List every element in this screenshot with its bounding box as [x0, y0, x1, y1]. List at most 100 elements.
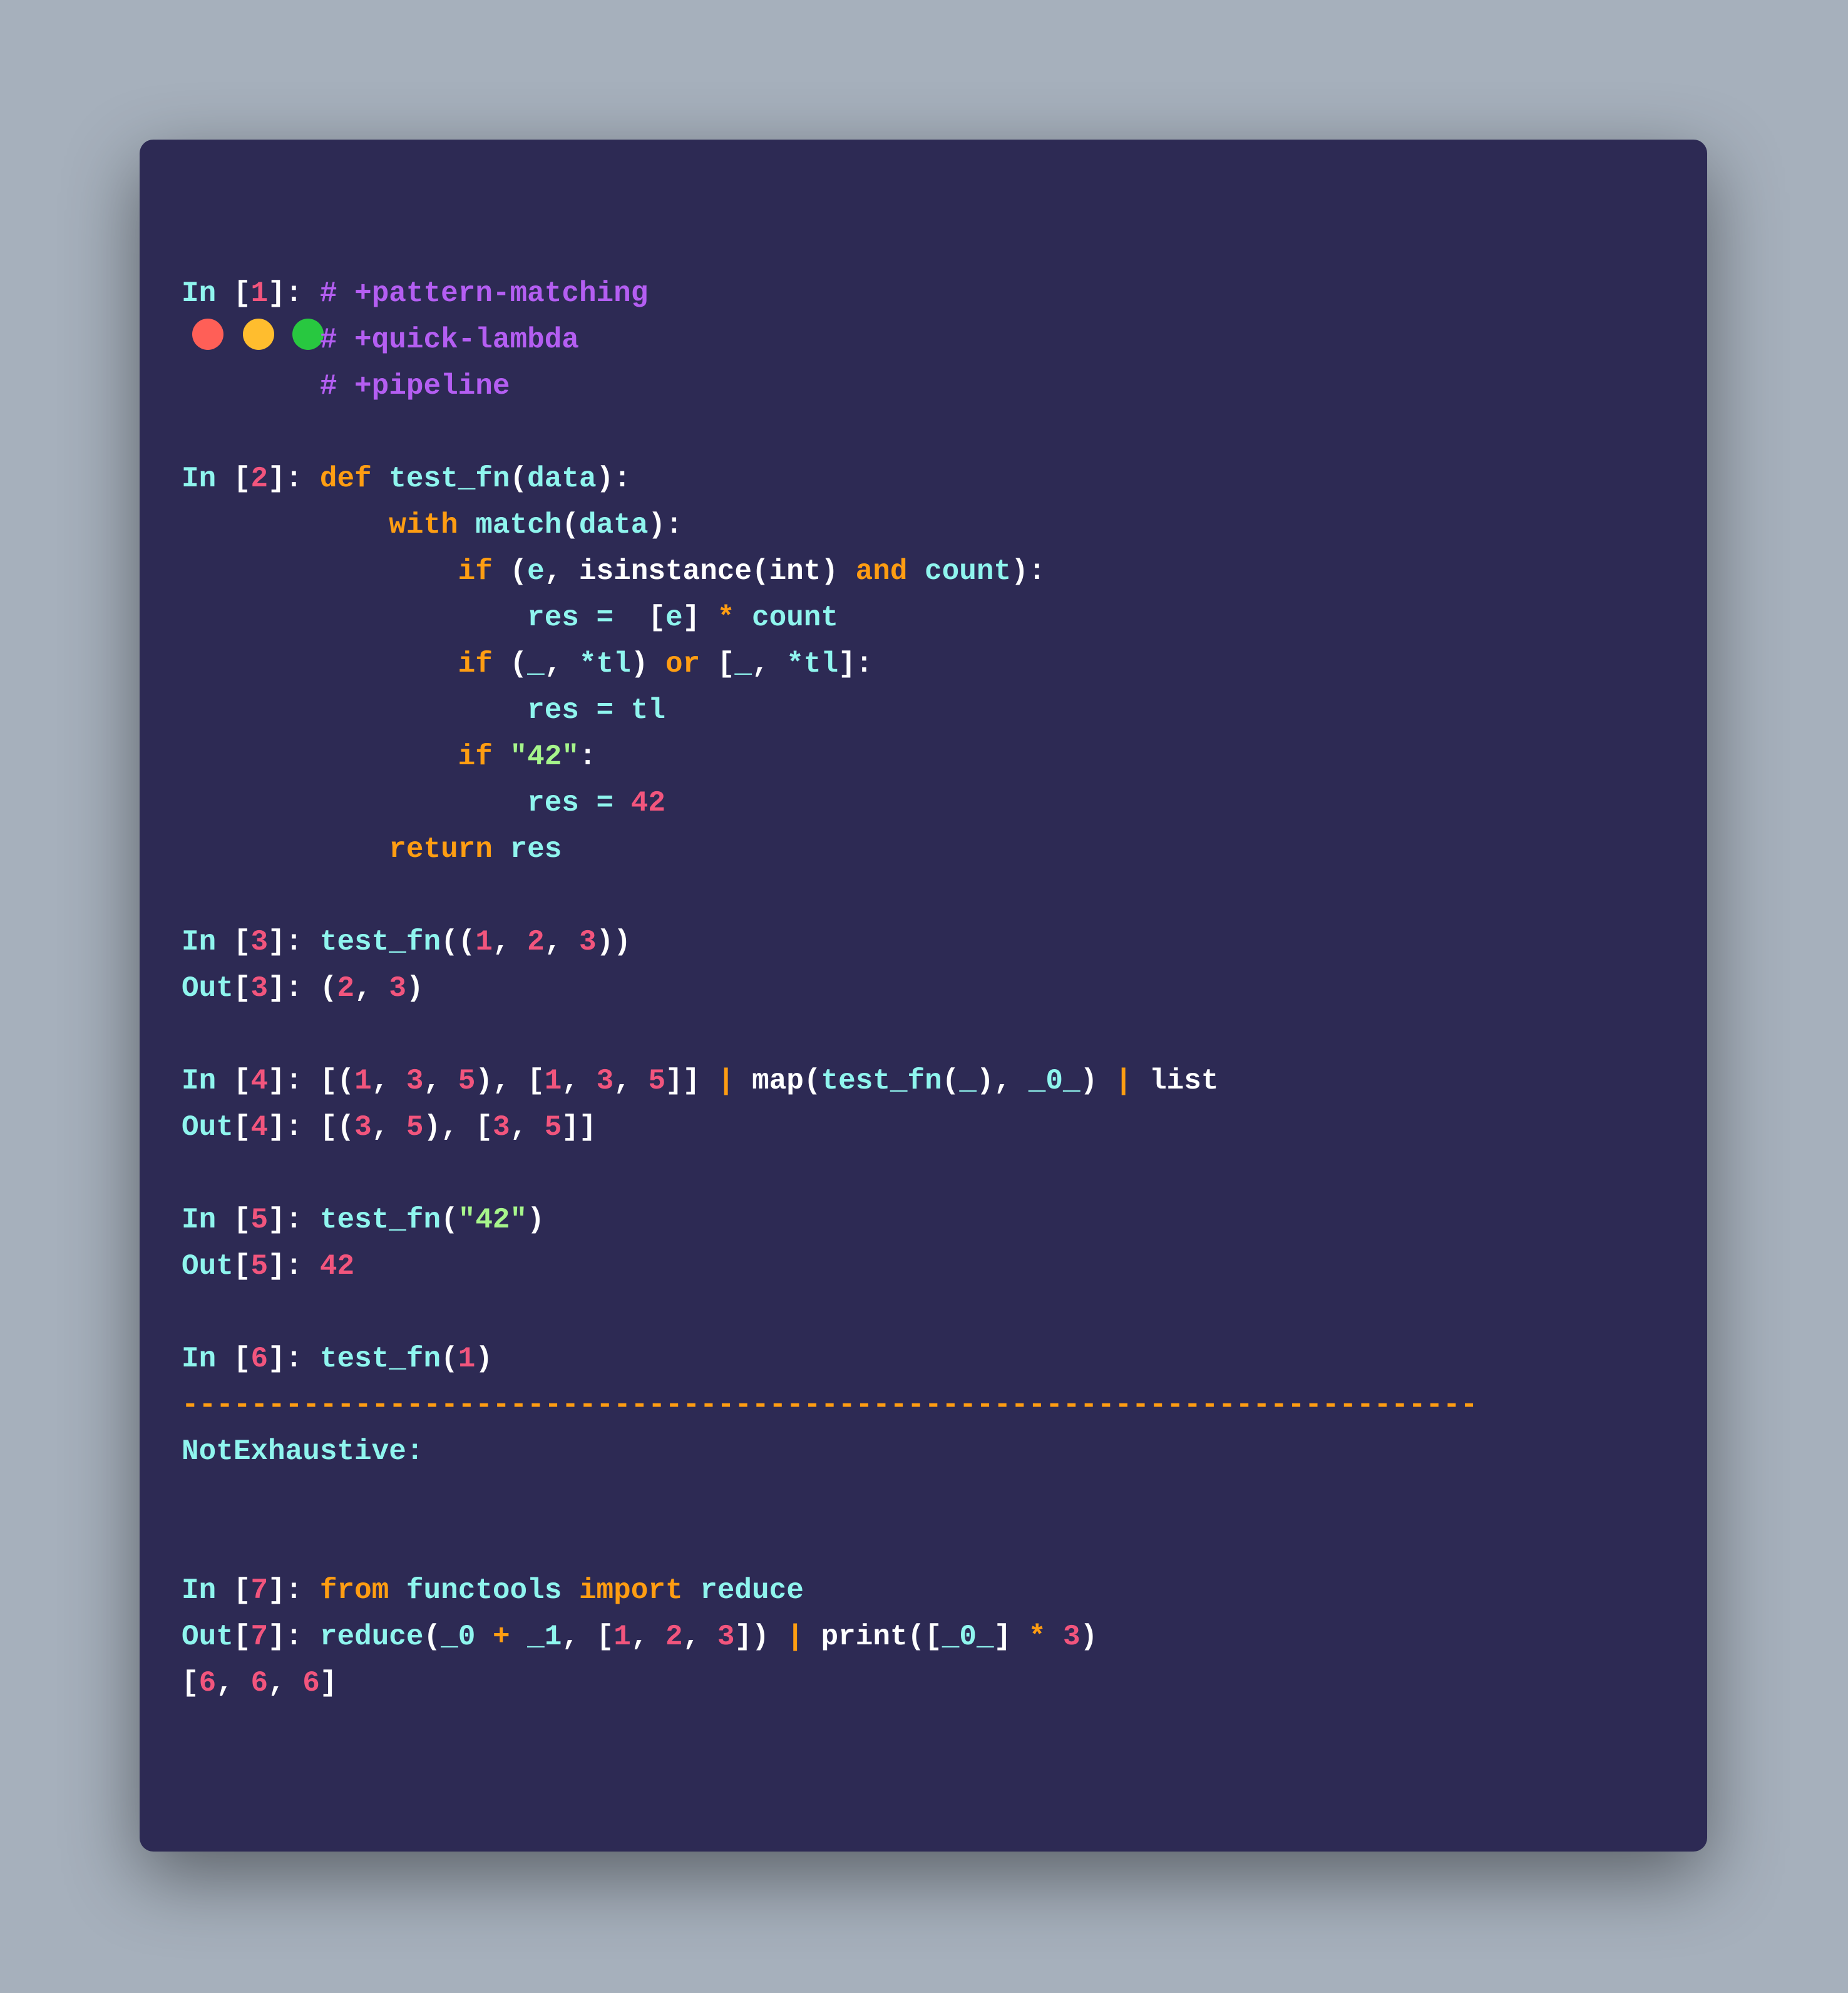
code-token: _1 — [527, 1621, 562, 1653]
code-token: [ — [233, 1204, 251, 1236]
code-token: 1 — [544, 1065, 562, 1097]
code-token: ( — [562, 509, 579, 541]
code-token: [ — [233, 1343, 251, 1375]
code-line: # +pipeline — [182, 363, 1477, 409]
code-token: ( — [319, 972, 337, 1005]
code-token: [ — [233, 1065, 251, 1097]
code-token: 1 — [613, 1621, 631, 1653]
code-token: + — [492, 1621, 528, 1653]
code-token: ) — [1080, 1621, 1098, 1653]
code-token: ]: — [268, 1621, 320, 1653]
code-token: [ — [233, 972, 251, 1005]
code-token: map( — [752, 1065, 821, 1097]
code-token: , — [510, 1111, 545, 1144]
code-token: , — [682, 1621, 717, 1653]
code-token: ] — [319, 1667, 337, 1699]
code-token: , [ — [562, 1621, 614, 1653]
code-token: ]: — [268, 1065, 320, 1097]
code-token: _ — [734, 648, 752, 680]
code-token: ( — [510, 463, 528, 495]
code-token: ) — [406, 972, 424, 1005]
code-token: ]: — [268, 1343, 320, 1375]
code-token: ]: — [268, 463, 320, 495]
code-token: ) — [527, 1204, 545, 1236]
code-token: * — [1028, 1621, 1064, 1653]
code-token: _0_ — [942, 1621, 994, 1653]
code-token: | — [786, 1621, 821, 1653]
code-token: e — [527, 555, 545, 588]
code-token: ]: — [268, 926, 320, 958]
code-token: , — [371, 1111, 406, 1144]
code-line: ----------------------------------------… — [182, 1382, 1477, 1428]
code-line: if (e, isinstance(int) and count): — [182, 548, 1477, 595]
code-token: 3 — [717, 1621, 735, 1653]
code-token: test_fn — [319, 1343, 441, 1375]
code-token: | — [717, 1065, 752, 1097]
code-token: In — [182, 1065, 234, 1097]
code-token: 2 — [527, 926, 545, 958]
code-line: Out[3]: (2, 3) — [182, 965, 1477, 1012]
code-token: *tl — [578, 648, 631, 680]
code-line: In [4]: [(1, 3, 5), [1, 3, 5]] | map(tes… — [182, 1058, 1477, 1104]
code-token: count — [925, 555, 1012, 588]
code-token: *tl — [786, 648, 839, 680]
code-token: In — [182, 277, 234, 310]
code-token: 1 — [354, 1065, 372, 1097]
code-token: , isinstance(int) — [544, 555, 856, 588]
code-token: [ — [182, 1667, 199, 1699]
code-token: ] — [682, 602, 717, 634]
code-token: test_fn — [319, 1204, 441, 1236]
code-line: In [5]: test_fn("42") — [182, 1197, 1477, 1243]
code-token: ]: — [268, 1204, 320, 1236]
code-token: def — [319, 463, 389, 495]
code-token: ]] — [562, 1111, 597, 1144]
code-token: [ — [233, 1621, 251, 1653]
code-token: , — [613, 1065, 649, 1097]
code-line: return res — [182, 826, 1477, 873]
code-token: # +pipeline — [182, 370, 510, 402]
code-token: 4 — [250, 1065, 269, 1097]
code-line: # +quick-lambda — [182, 317, 1477, 363]
code-token: [ — [233, 1250, 251, 1283]
code-token: ( — [510, 555, 528, 588]
code-token: match — [475, 509, 562, 541]
code-token: In — [182, 1574, 234, 1607]
code-token: 3 — [492, 1111, 510, 1144]
code-token: data — [527, 463, 597, 495]
code-token: 3 — [406, 1065, 424, 1097]
code-token: if — [182, 648, 510, 680]
code-token: 5 — [544, 1111, 562, 1144]
code-line: res = tl — [182, 687, 1477, 734]
code-token: ]: — [268, 972, 320, 1005]
code-token: [ — [648, 602, 665, 634]
code-token: [( — [319, 1065, 355, 1097]
code-token: (( — [441, 926, 476, 958]
code-token: functools — [406, 1574, 579, 1607]
code-token: # +pattern-matching — [319, 277, 649, 310]
code-token: , — [544, 648, 579, 680]
code-token: Out — [182, 1621, 234, 1653]
code-token: ]: — [268, 1250, 320, 1283]
code-token: In — [182, 1204, 234, 1236]
code-token: 42 — [319, 1250, 355, 1283]
code-token: ), [ — [423, 1111, 493, 1144]
code-token: , — [492, 926, 528, 958]
code-token: 4 — [250, 1111, 269, 1144]
code-token: | — [1114, 1065, 1150, 1097]
code-token: print([ — [821, 1621, 942, 1653]
code-token: ]: — [268, 277, 320, 310]
code-token: In — [182, 1343, 234, 1375]
code-token: Out — [182, 972, 234, 1005]
code-line: In [1]: # +pattern-matching — [182, 270, 1477, 317]
code-line: Out[5]: 42 — [182, 1243, 1477, 1289]
code-token: 6 — [250, 1343, 269, 1375]
code-token: test_fn — [319, 926, 441, 958]
code-token: 42 — [630, 787, 665, 819]
code-line: Out[4]: [(3, 5), [3, 5]] — [182, 1104, 1477, 1150]
code-token: 3 — [250, 972, 269, 1005]
